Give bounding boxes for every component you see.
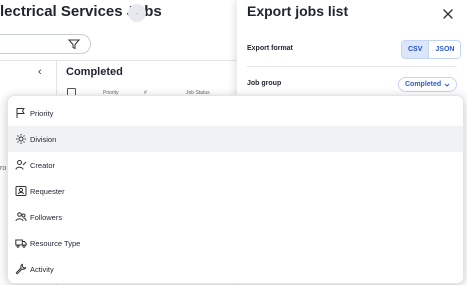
filter-icon[interactable] bbox=[68, 38, 80, 50]
header-divider bbox=[0, 60, 237, 61]
row-divider bbox=[247, 66, 457, 67]
menu-item-requester[interactable]: Requester bbox=[8, 178, 463, 204]
menu-item-resource-type[interactable]: Resource Type bbox=[8, 230, 463, 256]
menu-item-label: Activity bbox=[30, 264, 54, 274]
export-format-toggle: CSV JSON bbox=[401, 40, 462, 59]
collapse-sidebar-button[interactable]: ‹ bbox=[38, 66, 42, 78]
sidebar-cut-label: ro bbox=[0, 165, 7, 172]
menu-item-label: Followers bbox=[30, 212, 63, 222]
flag-icon bbox=[16, 108, 25, 118]
title-badge: · bbox=[128, 4, 146, 22]
wrench-icon bbox=[15, 263, 27, 275]
close-icon[interactable] bbox=[440, 6, 456, 22]
job-group-select[interactable]: Completed bbox=[398, 77, 458, 92]
format-json-button[interactable]: JSON bbox=[429, 41, 461, 58]
job-group-value: Completed bbox=[405, 81, 442, 88]
export-format-label: Export format bbox=[247, 45, 293, 52]
menu-item-label: Division bbox=[30, 134, 57, 144]
menu-item-label: Resource Type bbox=[30, 238, 81, 248]
menu-item-label: Priority bbox=[30, 108, 54, 118]
truck-icon bbox=[15, 239, 27, 248]
menu-item-label: Creator bbox=[30, 160, 56, 170]
menu-item-activity[interactable]: Activity bbox=[8, 256, 463, 282]
panel-title: Export jobs list bbox=[247, 3, 349, 19]
user-pen-icon bbox=[15, 160, 27, 170]
menu-item-followers[interactable]: Followers bbox=[8, 204, 463, 230]
menu-item-priority[interactable]: Priority bbox=[8, 100, 463, 126]
id-card-icon bbox=[15, 186, 27, 196]
format-csv-button[interactable]: CSV bbox=[402, 41, 430, 58]
menu-item-label: Requester bbox=[30, 186, 65, 196]
section-title: Completed bbox=[66, 66, 123, 78]
gear-icon bbox=[16, 134, 26, 144]
menu-item-creator[interactable]: Creator bbox=[8, 152, 463, 178]
job-group-label: Job group bbox=[247, 80, 282, 87]
chevron-down-icon bbox=[444, 83, 450, 87]
users-icon bbox=[15, 212, 27, 222]
menu-item-division[interactable]: Division bbox=[8, 126, 463, 152]
group-by-menu: Priority Division Creator Requester Foll… bbox=[7, 95, 464, 284]
